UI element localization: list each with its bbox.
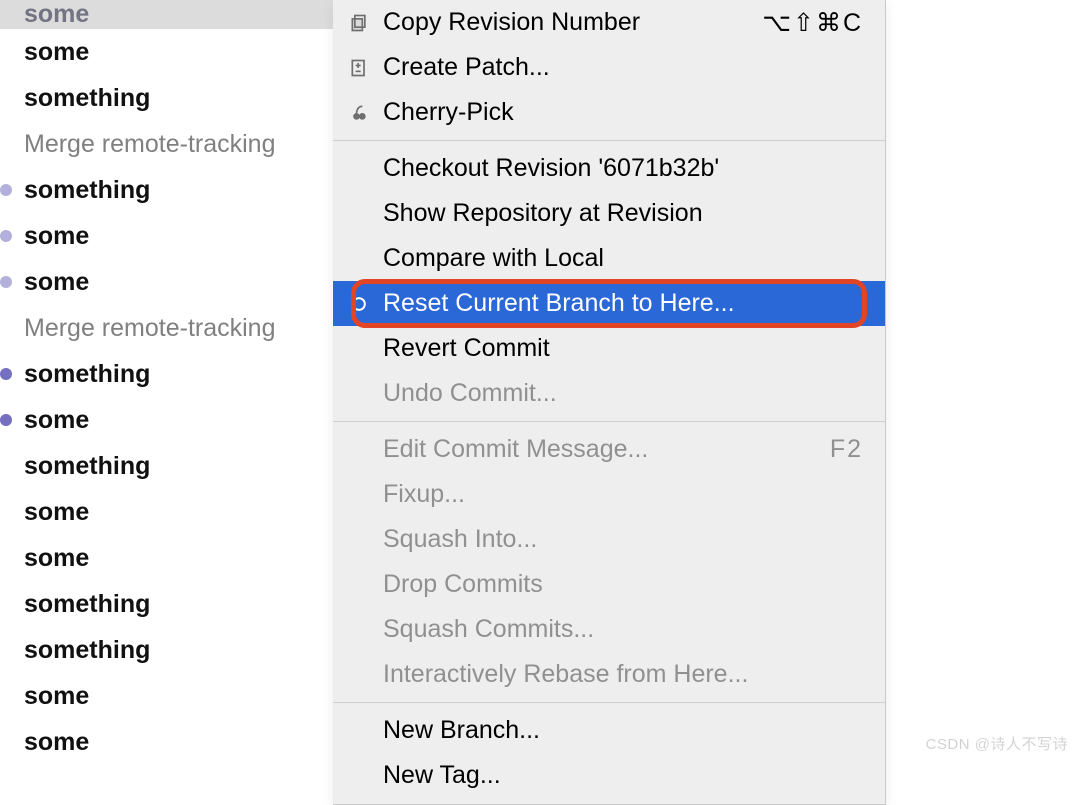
menu-item[interactable]: Reset Current Branch to Here... — [333, 281, 885, 326]
log-row-label: some — [24, 406, 89, 435]
log-row[interactable]: some — [0, 259, 340, 305]
menu-item: Fixup... — [333, 472, 885, 517]
log-row-label: some — [24, 544, 89, 573]
menu-item[interactable]: Show Repository at Revision — [333, 191, 885, 236]
menu-item-label: Create Patch... — [383, 53, 550, 82]
git-context-menu: Copy Revision Number ⌥⇧⌘C Create Patch... C… — [333, 0, 886, 805]
log-row[interactable]: some — [0, 397, 340, 443]
menu-item: Squash Commits... — [333, 607, 885, 652]
log-row-label: something — [24, 360, 150, 389]
menu-item-label: Revert Commit — [383, 334, 550, 363]
log-row[interactable]: some — [0, 719, 340, 765]
graph-node-icon — [0, 230, 12, 242]
menu-separator — [333, 421, 885, 422]
log-row[interactable]: some — [0, 489, 340, 535]
menu-item-label: Drop Commits — [383, 570, 543, 599]
log-row[interactable]: some — [0, 535, 340, 581]
menu-item-label: Fixup... — [383, 480, 465, 509]
graph-node-icon — [0, 276, 12, 288]
menu-item[interactable]: Revert Commit — [333, 326, 885, 371]
menu-separator — [333, 702, 885, 703]
log-row[interactable]: some — [0, 29, 340, 75]
log-row-label: some — [24, 222, 89, 251]
log-row-label: something — [24, 176, 150, 205]
menu-item[interactable]: New Tag... — [333, 753, 885, 798]
log-row[interactable]: something — [0, 351, 340, 397]
log-row-label: something — [24, 452, 150, 481]
menu-item-label: Copy Revision Number — [383, 8, 640, 37]
menu-item: Drop Commits — [333, 562, 885, 607]
log-row[interactable]: something — [0, 75, 340, 121]
menu-item-label: New Tag... — [383, 761, 501, 790]
graph-node-icon — [0, 414, 12, 426]
menu-item[interactable]: Checkout Revision '6071b32b' — [333, 146, 885, 191]
menu-item-label: Squash Commits... — [383, 615, 594, 644]
log-row-label: something — [24, 636, 150, 665]
menu-item-label: Show Repository at Revision — [383, 199, 703, 228]
log-row[interactable]: something — [0, 443, 340, 489]
log-row[interactable]: some — [0, 213, 340, 259]
menu-item-label: Undo Commit... — [383, 379, 557, 408]
log-row[interactable]: some — [0, 673, 340, 719]
menu-item: Squash Into... — [333, 517, 885, 562]
log-row[interactable]: Merge remote-tracking — [0, 121, 340, 167]
menu-item[interactable]: New Branch... — [333, 708, 885, 753]
log-row-label: Merge remote-tracking — [24, 314, 275, 343]
git-log-list: some something Merge remote-tracking someth… — [0, 29, 340, 765]
menu-item[interactable]: Create Patch... — [333, 45, 885, 90]
menu-item: Undo Commit... — [333, 371, 885, 416]
menu-item-label: Squash Into... — [383, 525, 537, 554]
menu-item-label: Reset Current Branch to Here... — [383, 289, 735, 318]
log-row-label: some — [24, 728, 89, 757]
log-row-label: some — [24, 682, 89, 711]
log-row[interactable]: Merge remote-tracking — [0, 305, 340, 351]
reset-icon — [347, 292, 371, 316]
menu-item: Edit Commit Message... F2 — [333, 427, 885, 472]
log-row-label: some — [24, 498, 89, 527]
log-row[interactable]: something — [0, 167, 340, 213]
log-row-label: some — [24, 38, 89, 67]
git-log-panel: some somesomethingMerge remote-trackings… — [0, 0, 340, 762]
log-row[interactable]: something — [0, 627, 340, 673]
log-header-label: some — [24, 0, 89, 29]
menu-item-label: Compare with Local — [383, 244, 604, 273]
log-selected-header[interactable]: some — [0, 0, 340, 29]
menu-shortcut: F2 — [830, 435, 863, 464]
log-row-label: something — [24, 84, 150, 113]
menu-item-label: Edit Commit Message... — [383, 435, 648, 464]
graph-node-icon — [0, 184, 12, 196]
menu-item[interactable]: Compare with Local — [333, 236, 885, 281]
log-row-label: Merge remote-tracking — [24, 130, 275, 159]
menu-item-label: New Branch... — [383, 716, 540, 745]
menu-item[interactable]: Cherry-Pick — [333, 90, 885, 135]
menu-separator — [333, 140, 885, 141]
patch-icon — [347, 56, 371, 80]
graph-node-icon — [0, 368, 12, 380]
log-row[interactable]: something — [0, 581, 340, 627]
menu-item[interactable]: Copy Revision Number ⌥⇧⌘C — [333, 0, 885, 45]
copy-icon — [347, 11, 371, 35]
menu-item: Interactively Rebase from Here... — [333, 652, 885, 697]
watermark: CSDN @诗人不写诗 — [926, 733, 1068, 754]
log-row-label: some — [24, 268, 89, 297]
menu-item-label: Interactively Rebase from Here... — [383, 660, 748, 689]
menu-item-label: Checkout Revision '6071b32b' — [383, 154, 719, 183]
menu-shortcut: ⌥⇧⌘C — [762, 8, 863, 38]
menu-item-label: Cherry-Pick — [383, 98, 514, 127]
log-row-label: something — [24, 590, 150, 619]
cherry-icon — [347, 101, 371, 125]
